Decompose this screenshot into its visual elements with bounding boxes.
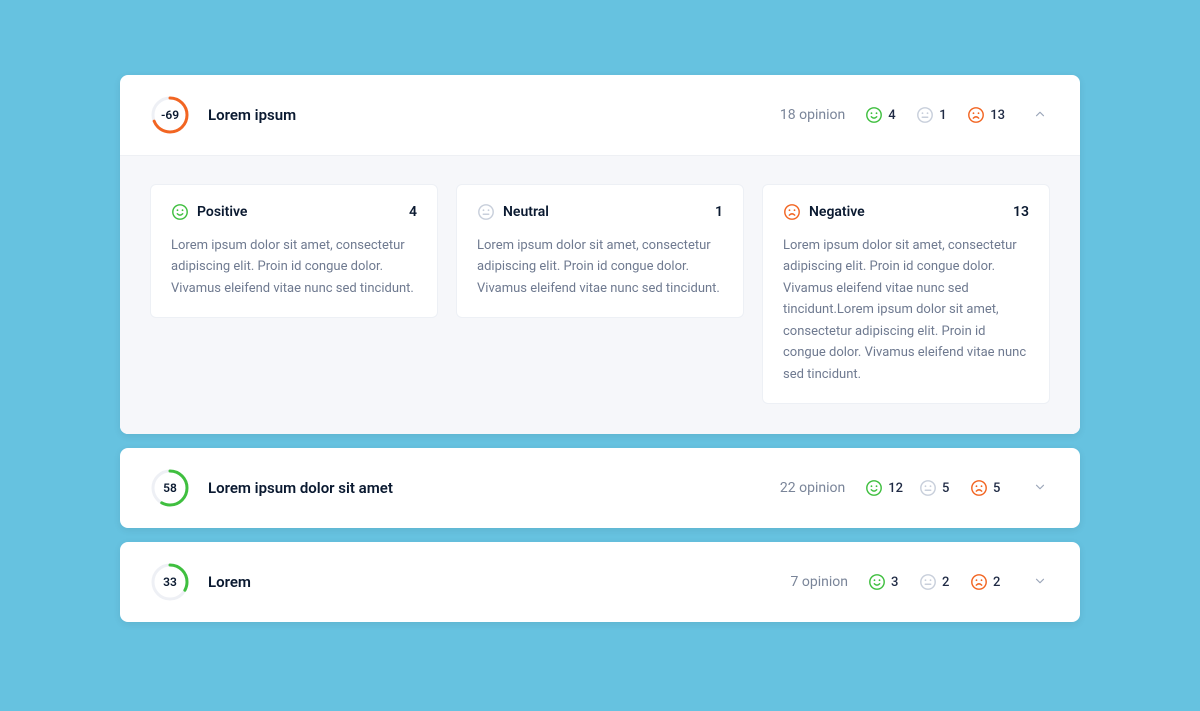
negative-summary: 5	[970, 479, 1005, 497]
score-value: 58	[150, 468, 190, 508]
detail-body: Lorem ipsum dolor sit amet, consectetur …	[477, 235, 723, 299]
sentiment-summary: 12 5 5	[865, 479, 1005, 497]
happy-icon	[868, 573, 886, 591]
chevron-down-icon	[1033, 573, 1047, 592]
details-panel: Positive4 Lorem ipsum dolor sit amet, con…	[120, 155, 1080, 434]
opinion-card: 33 Lorem7 opinion 3 2 2	[120, 542, 1080, 622]
positive-count: 4	[888, 108, 900, 123]
neutral-detail-card: Neutral1 Lorem ipsum dolor sit amet, cons…	[456, 184, 744, 318]
positive-summary: 12	[865, 479, 903, 497]
neutral-icon	[477, 203, 495, 221]
opinion-card: 58 Lorem ipsum dolor sit amet22 opinion 12…	[120, 448, 1080, 528]
chevron-up-icon	[1033, 106, 1047, 125]
happy-icon	[865, 479, 883, 497]
positive-summary: 4	[865, 106, 900, 124]
sad-icon	[970, 479, 988, 497]
detail-label: Positive	[197, 204, 409, 220]
opinion-count: 22 opinion	[780, 480, 845, 496]
detail-card-header: Positive4	[171, 203, 417, 221]
neutral-count: 2	[942, 575, 954, 590]
expand-toggle[interactable]	[1030, 105, 1050, 125]
positive-count: 3	[891, 575, 903, 590]
neutral-icon	[919, 573, 937, 591]
neutral-summary: 5	[919, 479, 954, 497]
expand-toggle[interactable]	[1030, 478, 1050, 498]
detail-body: Lorem ipsum dolor sit amet, consectetur …	[783, 235, 1029, 385]
card-header[interactable]: -69 Lorem ipsum18 opinion 4 1 13	[120, 75, 1080, 155]
expand-toggle[interactable]	[1030, 572, 1050, 592]
negative-detail-card: Negative13 Lorem ipsum dolor sit amet, co…	[762, 184, 1050, 404]
detail-count: 13	[1013, 204, 1029, 220]
opinion-count: 18 opinion	[780, 107, 845, 123]
neutral-summary: 2	[919, 573, 954, 591]
detail-body: Lorem ipsum dolor sit amet, consectetur …	[171, 235, 417, 299]
sad-icon	[970, 573, 988, 591]
negative-count: 5	[993, 481, 1005, 496]
chevron-down-icon	[1033, 479, 1047, 498]
sentiment-summary: 3 2 2	[868, 573, 1005, 591]
item-title: Lorem ipsum	[208, 106, 780, 124]
negative-summary: 2	[970, 573, 1005, 591]
item-title: Lorem	[208, 573, 791, 591]
detail-card-header: Neutral1	[477, 203, 723, 221]
detail-label: Negative	[809, 204, 1013, 220]
detail-count: 1	[715, 204, 723, 220]
card-header[interactable]: 33 Lorem7 opinion 3 2 2	[120, 542, 1080, 622]
positive-count: 12	[888, 481, 903, 496]
negative-count: 2	[993, 575, 1005, 590]
neutral-count: 1	[939, 108, 951, 123]
neutral-count: 5	[942, 481, 954, 496]
detail-label: Neutral	[503, 204, 715, 220]
score-value: 33	[150, 562, 190, 602]
card-header[interactable]: 58 Lorem ipsum dolor sit amet22 opinion 12…	[120, 448, 1080, 528]
opinion-card: -69Lorem ipsum18 opinion4113Positive4Lor…	[120, 75, 1080, 434]
positive-detail-card: Positive4 Lorem ipsum dolor sit amet, con…	[150, 184, 438, 318]
sentiment-summary: 4 1 13	[865, 106, 1005, 124]
score-ring: 58	[150, 468, 190, 508]
negative-count: 13	[990, 108, 1005, 123]
positive-summary: 3	[868, 573, 903, 591]
score-ring: -69	[150, 95, 190, 135]
neutral-icon	[919, 479, 937, 497]
sad-icon	[967, 106, 985, 124]
happy-icon	[865, 106, 883, 124]
neutral-summary: 1	[916, 106, 951, 124]
detail-count: 4	[409, 204, 417, 220]
detail-card-header: Negative13	[783, 203, 1029, 221]
sad-icon	[783, 203, 801, 221]
opinion-count: 7 opinion	[791, 574, 848, 590]
score-value: -69	[150, 95, 190, 135]
negative-summary: 13	[967, 106, 1005, 124]
item-title: Lorem ipsum dolor sit amet	[208, 479, 780, 497]
happy-icon	[171, 203, 189, 221]
neutral-icon	[916, 106, 934, 124]
score-ring: 33	[150, 562, 190, 602]
